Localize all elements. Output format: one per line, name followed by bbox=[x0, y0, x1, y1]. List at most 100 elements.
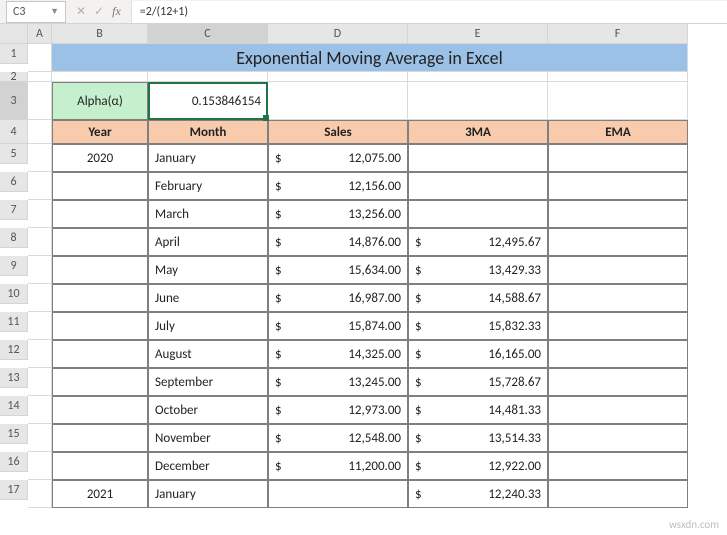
row-header-2[interactable]: 2 bbox=[0, 72, 28, 82]
cell-ema-14[interactable] bbox=[548, 396, 688, 424]
cell-year-5[interactable]: 2020 bbox=[52, 144, 148, 172]
chevron-down-icon[interactable]: ▼ bbox=[50, 6, 59, 17]
row-header-14[interactable]: 14 bbox=[0, 396, 28, 416]
cell-sales-12[interactable]: $14,325.00 bbox=[268, 340, 408, 368]
cell-month-5[interactable]: January bbox=[148, 144, 268, 172]
cell-year-9[interactable] bbox=[52, 256, 148, 284]
cell-month-15[interactable]: November bbox=[148, 424, 268, 452]
cell-year-8[interactable] bbox=[52, 228, 148, 256]
row-header-17[interactable]: 17 bbox=[0, 480, 28, 500]
cell-sales-5[interactable]: $12,075.00 bbox=[268, 144, 408, 172]
cell-month-16[interactable]: December bbox=[148, 452, 268, 480]
cell-A5[interactable] bbox=[28, 144, 52, 172]
cell-month-7[interactable]: March bbox=[148, 200, 268, 228]
cell-A15[interactable] bbox=[28, 424, 52, 452]
col-header-D[interactable]: D bbox=[268, 24, 408, 44]
cell-A6[interactable] bbox=[28, 172, 52, 200]
cell-year-10[interactable] bbox=[52, 284, 148, 312]
col-header-B[interactable]: B bbox=[52, 24, 148, 44]
cell-year-15[interactable] bbox=[52, 424, 148, 452]
row-header-1[interactable]: 1 bbox=[0, 44, 28, 64]
cancel-icon[interactable]: ✕ bbox=[76, 4, 86, 19]
cell-ema-8[interactable] bbox=[548, 228, 688, 256]
cell-A8[interactable] bbox=[28, 228, 52, 256]
cell-A14[interactable] bbox=[28, 396, 52, 424]
spreadsheet-grid[interactable]: ABCDEF1Exponential Moving Average in Exc… bbox=[0, 24, 727, 508]
row-header-12[interactable]: 12 bbox=[0, 340, 28, 360]
cell-year-16[interactable] bbox=[52, 452, 148, 480]
cell-month-14[interactable]: October bbox=[148, 396, 268, 424]
alpha-value-cell[interactable]: 0.153846154 bbox=[148, 82, 268, 120]
cell-A9[interactable] bbox=[28, 256, 52, 284]
row-header-15[interactable]: 15 bbox=[0, 424, 28, 444]
cell-A13[interactable] bbox=[28, 368, 52, 396]
cell-month-13[interactable]: September bbox=[148, 368, 268, 396]
cell-year-14[interactable] bbox=[52, 396, 148, 424]
cell-A4[interactable] bbox=[28, 120, 52, 144]
formula-input[interactable]: =2/(12+1) bbox=[131, 1, 727, 23]
cell-3ma-9[interactable]: $13,429.33 bbox=[408, 256, 548, 284]
cell-ema-16[interactable] bbox=[548, 452, 688, 480]
cell-year-11[interactable] bbox=[52, 312, 148, 340]
cell-ema-10[interactable] bbox=[548, 284, 688, 312]
cell-month-10[interactable]: June bbox=[148, 284, 268, 312]
cell-sales-9[interactable]: $15,634.00 bbox=[268, 256, 408, 284]
row-header-3[interactable]: 3 bbox=[0, 82, 28, 120]
cell-row2-1[interactable] bbox=[52, 72, 148, 82]
cell-ema-12[interactable] bbox=[548, 340, 688, 368]
cell-sales-13[interactable]: $13,245.00 bbox=[268, 368, 408, 396]
cell-month-17[interactable]: January bbox=[148, 480, 268, 508]
name-box[interactable]: C3 ▼ bbox=[6, 1, 66, 23]
cell-A3[interactable] bbox=[28, 82, 52, 120]
select-all-corner[interactable] bbox=[0, 24, 28, 44]
cell-3ma-11[interactable]: $15,832.33 bbox=[408, 312, 548, 340]
cell-ema-6[interactable] bbox=[548, 172, 688, 200]
cell-3ma-13[interactable]: $15,728.67 bbox=[408, 368, 548, 396]
cell-month-12[interactable]: August bbox=[148, 340, 268, 368]
check-icon[interactable]: ✓ bbox=[94, 4, 104, 19]
cell-sales-10[interactable]: $16,987.00 bbox=[268, 284, 408, 312]
col-header-F[interactable]: F bbox=[548, 24, 688, 44]
row-header-5[interactable]: 5 bbox=[0, 144, 28, 164]
cell-A17[interactable] bbox=[28, 480, 52, 508]
cell-year-17[interactable]: 2021 bbox=[52, 480, 148, 508]
cell-3ma-17[interactable]: $12,240.33 bbox=[408, 480, 548, 508]
cell-row3-5[interactable] bbox=[548, 82, 688, 120]
row-header-4[interactable]: 4 bbox=[0, 120, 28, 144]
row-header-7[interactable]: 7 bbox=[0, 200, 28, 220]
cell-3ma-15[interactable]: $13,514.33 bbox=[408, 424, 548, 452]
cell-A16[interactable] bbox=[28, 452, 52, 480]
cell-sales-14[interactable]: $12,973.00 bbox=[268, 396, 408, 424]
cell-3ma-7[interactable] bbox=[408, 200, 548, 228]
cell-ema-7[interactable] bbox=[548, 200, 688, 228]
cell-A10[interactable] bbox=[28, 284, 52, 312]
cell-A7[interactable] bbox=[28, 200, 52, 228]
cell-sales-15[interactable]: $12,548.00 bbox=[268, 424, 408, 452]
cell-sales-16[interactable]: $11,200.00 bbox=[268, 452, 408, 480]
row-header-13[interactable]: 13 bbox=[0, 368, 28, 388]
cell-3ma-14[interactable]: $14,481.33 bbox=[408, 396, 548, 424]
cell-year-7[interactable] bbox=[52, 200, 148, 228]
cell-row2-4[interactable] bbox=[408, 72, 548, 82]
alpha-label-cell[interactable]: Alpha(α) bbox=[52, 82, 148, 120]
cell-sales-11[interactable]: $15,874.00 bbox=[268, 312, 408, 340]
row-header-8[interactable]: 8 bbox=[0, 228, 28, 248]
cell-sales-8[interactable]: $14,876.00 bbox=[268, 228, 408, 256]
cell-ema-11[interactable] bbox=[548, 312, 688, 340]
row-header-16[interactable]: 16 bbox=[0, 452, 28, 472]
col-header-C[interactable]: C bbox=[148, 24, 268, 44]
row-header-11[interactable]: 11 bbox=[0, 312, 28, 332]
cell-sales-17[interactable] bbox=[268, 480, 408, 508]
cell-A12[interactable] bbox=[28, 340, 52, 368]
row-header-10[interactable]: 10 bbox=[0, 284, 28, 304]
cell-row2-3[interactable] bbox=[268, 72, 408, 82]
cell-3ma-6[interactable] bbox=[408, 172, 548, 200]
cell-row2-2[interactable] bbox=[148, 72, 268, 82]
col-header-A[interactable]: A bbox=[28, 24, 52, 44]
cell-sales-7[interactable]: $13,256.00 bbox=[268, 200, 408, 228]
cell-month-11[interactable]: July bbox=[148, 312, 268, 340]
cell-3ma-8[interactable]: $12,495.67 bbox=[408, 228, 548, 256]
cell-ema-5[interactable] bbox=[548, 144, 688, 172]
cell-month-8[interactable]: April bbox=[148, 228, 268, 256]
row-header-6[interactable]: 6 bbox=[0, 172, 28, 192]
